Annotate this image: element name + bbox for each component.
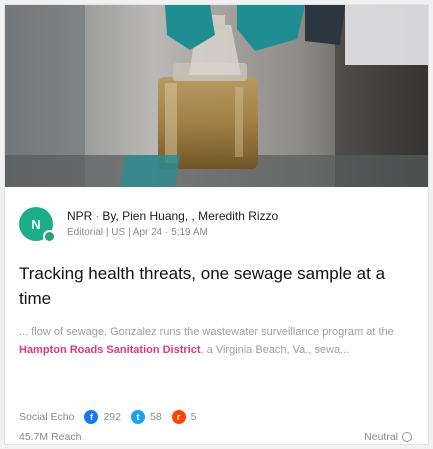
- article-snippet: ... flow of sewage. Gonzalez runs the wa…: [19, 323, 412, 359]
- snippet-text-after: , a Virginia Beach, Va., sewa...: [200, 344, 350, 356]
- verified-badge-icon: [43, 230, 56, 243]
- article-image[interactable]: [5, 5, 428, 187]
- source-name[interactable]: NPR: [67, 209, 92, 223]
- reach-stat: 45.7M Reach: [19, 431, 82, 443]
- sentiment-label: Neutral: [364, 431, 398, 443]
- article-subline: Editorial | US | Apr 24 · 5:19 AM: [67, 227, 208, 238]
- reddit-count: 5: [190, 411, 197, 423]
- byline: NPR · By, Pien Huang, , Meredith Rizzo: [67, 209, 279, 223]
- reddit-icon[interactable]: r: [171, 410, 186, 424]
- twitter-count: 58: [149, 411, 162, 423]
- sewage-sample-photo: [5, 5, 428, 187]
- snippet-highlight: Hampton Roads Sanitation District: [19, 344, 201, 356]
- twitter-icon[interactable]: t: [130, 410, 145, 424]
- snippet-text-before: ... flow of sewage. Gonzalez runs the wa…: [19, 326, 394, 338]
- social-echo-label: Social Echo: [19, 411, 75, 423]
- social-echo: Social Echo f 292 t 58 r 5: [19, 408, 412, 426]
- author-list: By, Pien Huang, , Meredith Rizzo: [102, 209, 279, 223]
- news-card[interactable]: N NPR · By, Pien Huang, , Meredith Rizzo E…: [4, 4, 429, 445]
- card-footer: 45.7M Reach Neutral: [19, 431, 412, 444]
- sentiment-indicator[interactable]: Neutral: [364, 431, 412, 443]
- neutral-sentiment-icon: [402, 432, 412, 442]
- facebook-count: 292: [103, 411, 121, 423]
- article-meta: N NPR · By, Pien Huang, , Meredith Rizzo E…: [19, 207, 414, 247]
- article-title[interactable]: Tracking health threats, one sewage samp…: [19, 261, 412, 311]
- facebook-icon[interactable]: f: [84, 410, 99, 424]
